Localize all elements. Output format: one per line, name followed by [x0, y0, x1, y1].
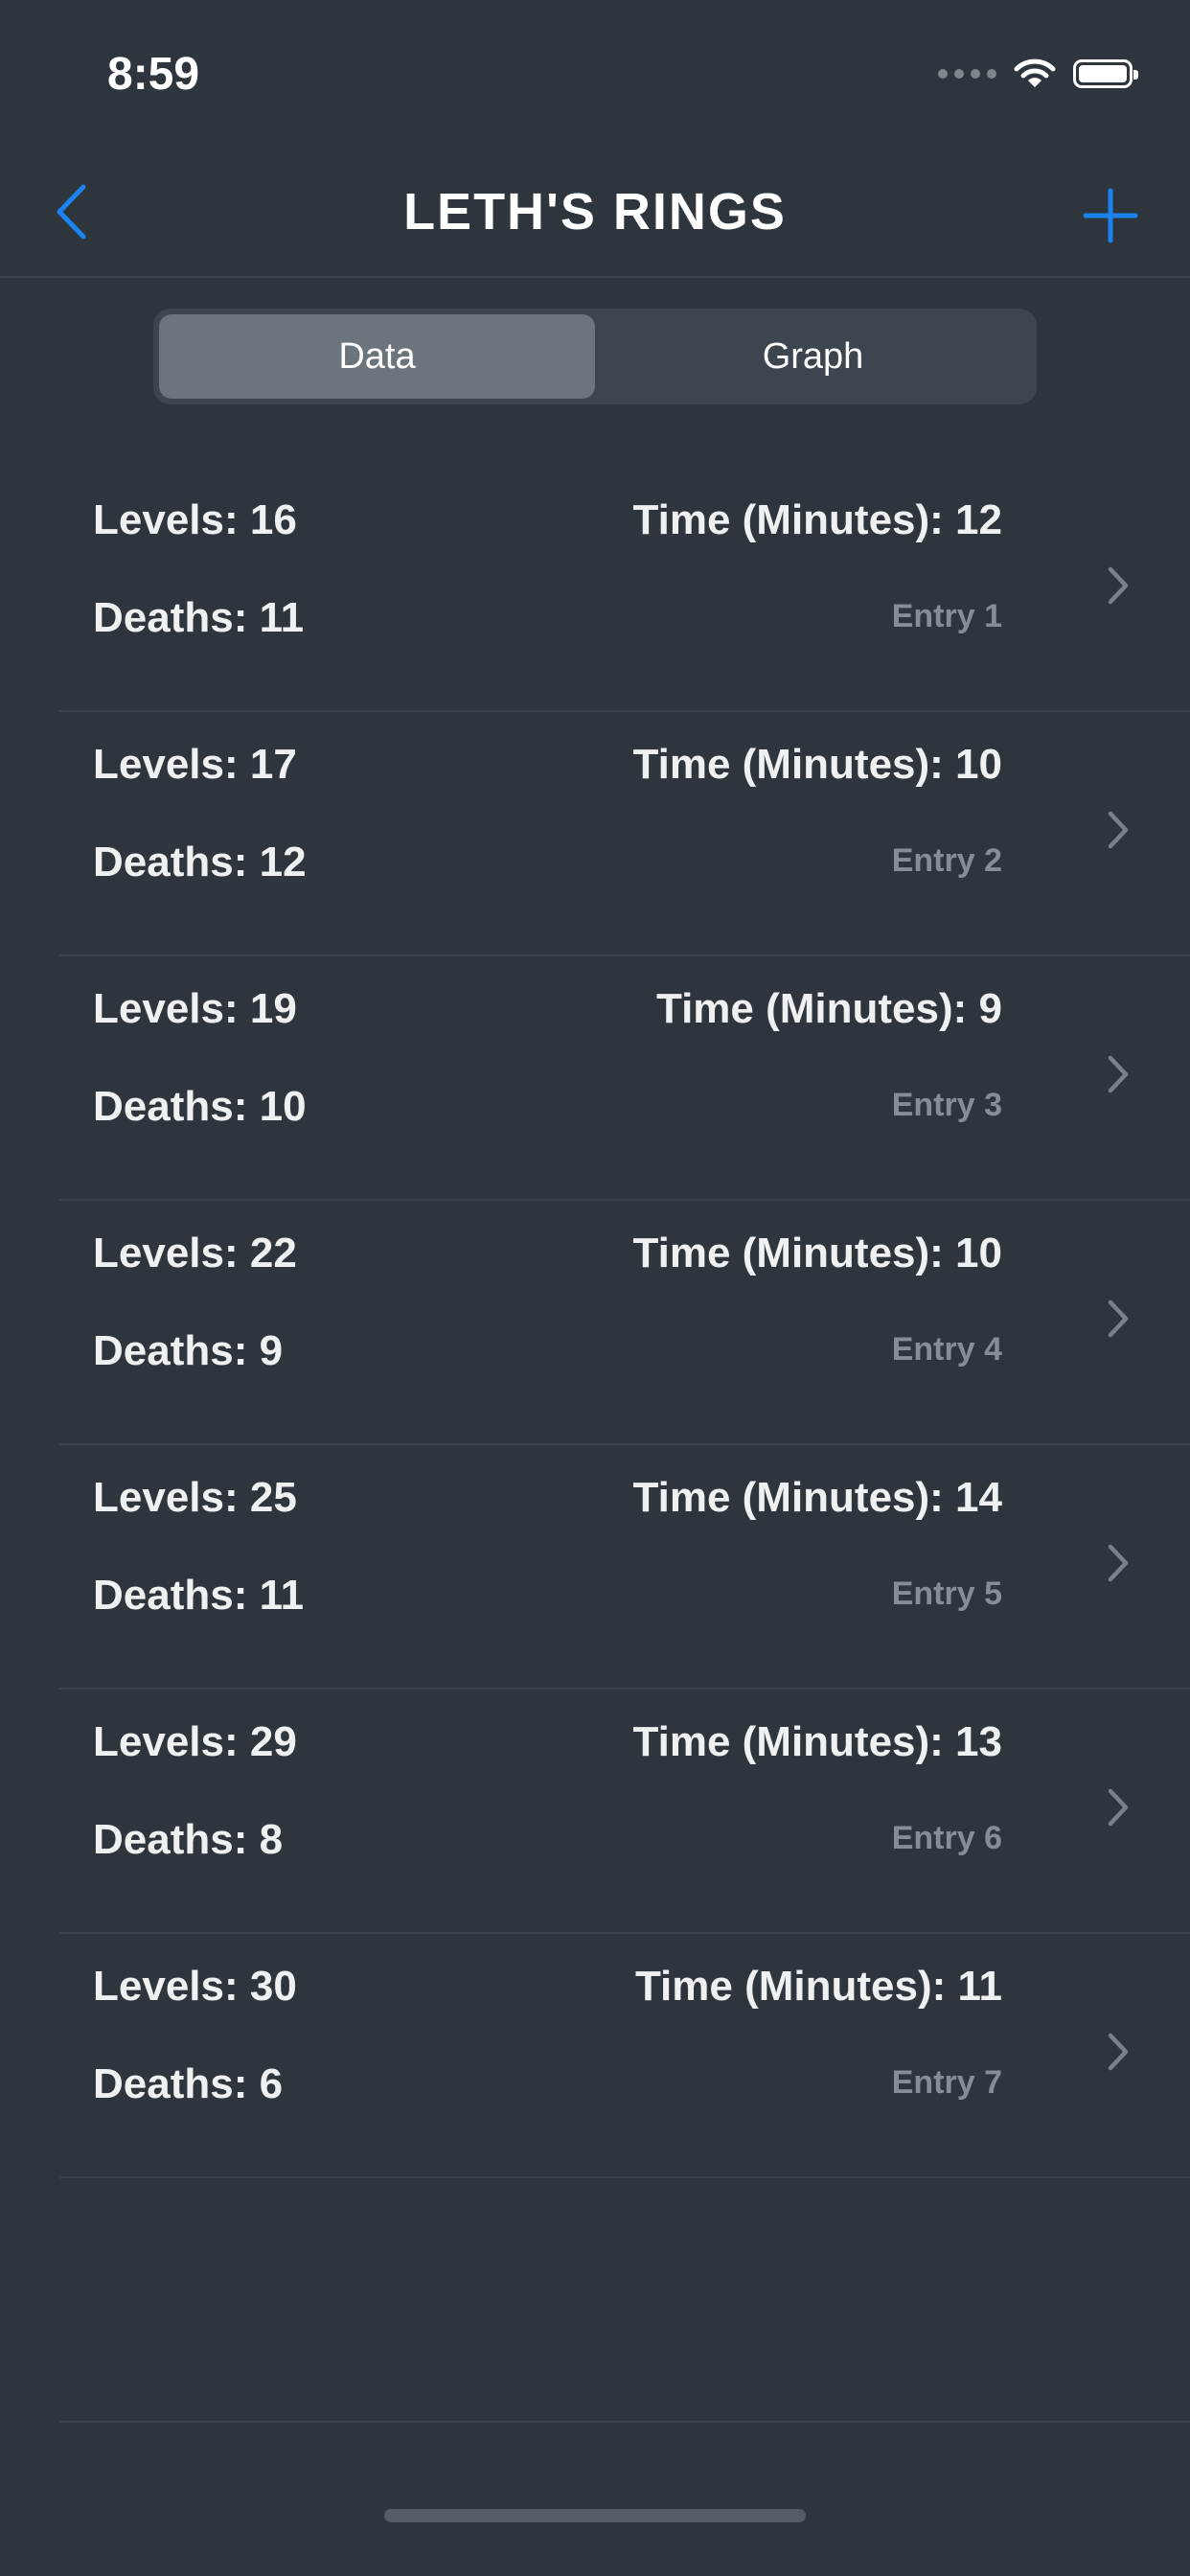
deaths-label: Deaths: 11	[93, 1572, 305, 1619]
entry-label: Entry 3	[891, 1087, 1002, 1123]
entry-label: Entry 4	[891, 1331, 1002, 1368]
deaths-label: Deaths: 9	[93, 1327, 284, 1374]
chevron-right-icon	[1108, 811, 1129, 849]
time-label: Time (Minutes): 12	[632, 496, 1002, 543]
time-label: Time (Minutes): 14	[632, 1474, 1002, 1521]
time-label: Time (Minutes): 11	[634, 1963, 1002, 2010]
time-label: Time (Minutes): 9	[655, 985, 1002, 1032]
status-bar: 8:59	[0, 0, 1190, 144]
levels-label: Levels: 17	[93, 741, 297, 788]
levels-label: Levels: 16	[93, 496, 297, 543]
chevron-right-icon	[1108, 1300, 1129, 1338]
entries-list: Levels: 16 Time (Minutes): 12 Deaths: 11…	[59, 468, 1190, 2423]
entry-row-7[interactable]: Levels: 30 Time (Minutes): 11 Deaths: 6 …	[59, 1934, 1190, 2178]
time-label: Time (Minutes): 10	[632, 1230, 1002, 1276]
add-entry-button[interactable]	[1077, 182, 1144, 249]
entry-row-5[interactable]: Levels: 25 Time (Minutes): 14 Deaths: 11…	[59, 1445, 1190, 1690]
chevron-right-icon	[1108, 1055, 1129, 1093]
status-icons	[938, 50, 1138, 98]
levels-label: Levels: 22	[93, 1230, 297, 1276]
deaths-label: Deaths: 10	[93, 1083, 307, 1130]
home-indicator[interactable]	[384, 2509, 806, 2522]
entry-label: Entry 7	[891, 2064, 1002, 2101]
segment-data[interactable]: Data	[159, 314, 595, 399]
deaths-label: Deaths: 12	[93, 839, 307, 886]
levels-label: Levels: 19	[93, 985, 297, 1032]
view-segmented-control: Data Graph	[153, 309, 1037, 404]
deaths-label: Deaths: 11	[93, 594, 305, 641]
empty-row	[59, 2178, 1190, 2423]
entry-label: Entry 5	[891, 1576, 1002, 1612]
entry-row-2[interactable]: Levels: 17 Time (Minutes): 10 Deaths: 12…	[59, 712, 1190, 956]
levels-label: Levels: 29	[93, 1718, 297, 1765]
navigation-bar: LETH'S RINGS	[0, 144, 1190, 278]
entry-label: Entry 2	[891, 842, 1002, 879]
entry-row-1[interactable]: Levels: 16 Time (Minutes): 12 Deaths: 11…	[59, 468, 1190, 712]
levels-label: Levels: 25	[93, 1474, 297, 1521]
wifi-icon	[1014, 58, 1056, 87]
chevron-right-icon	[1108, 2033, 1129, 2071]
page-title: LETH'S RINGS	[403, 183, 787, 241]
deaths-label: Deaths: 8	[93, 1816, 284, 1863]
plus-icon	[1083, 188, 1138, 243]
entry-row-3[interactable]: Levels: 19 Time (Minutes): 9 Deaths: 10 …	[59, 956, 1190, 1201]
levels-label: Levels: 30	[93, 1963, 297, 2010]
chevron-right-icon	[1108, 566, 1129, 605]
entry-label: Entry 6	[891, 1820, 1002, 1856]
time-label: Time (Minutes): 13	[632, 1718, 1002, 1765]
chevron-right-icon	[1108, 1544, 1129, 1582]
deaths-label: Deaths: 6	[93, 2060, 284, 2107]
segment-graph[interactable]: Graph	[595, 314, 1031, 399]
chevron-right-icon	[1108, 1788, 1129, 1827]
status-time: 8:59	[107, 49, 200, 100]
entry-row-6[interactable]: Levels: 29 Time (Minutes): 13 Deaths: 8 …	[59, 1690, 1190, 1934]
time-label: Time (Minutes): 10	[632, 741, 1002, 788]
cellular-signal-icon	[938, 69, 996, 79]
entry-label: Entry 1	[891, 598, 1002, 634]
entry-row-4[interactable]: Levels: 22 Time (Minutes): 10 Deaths: 9 …	[59, 1201, 1190, 1445]
battery-icon	[1073, 59, 1138, 88]
